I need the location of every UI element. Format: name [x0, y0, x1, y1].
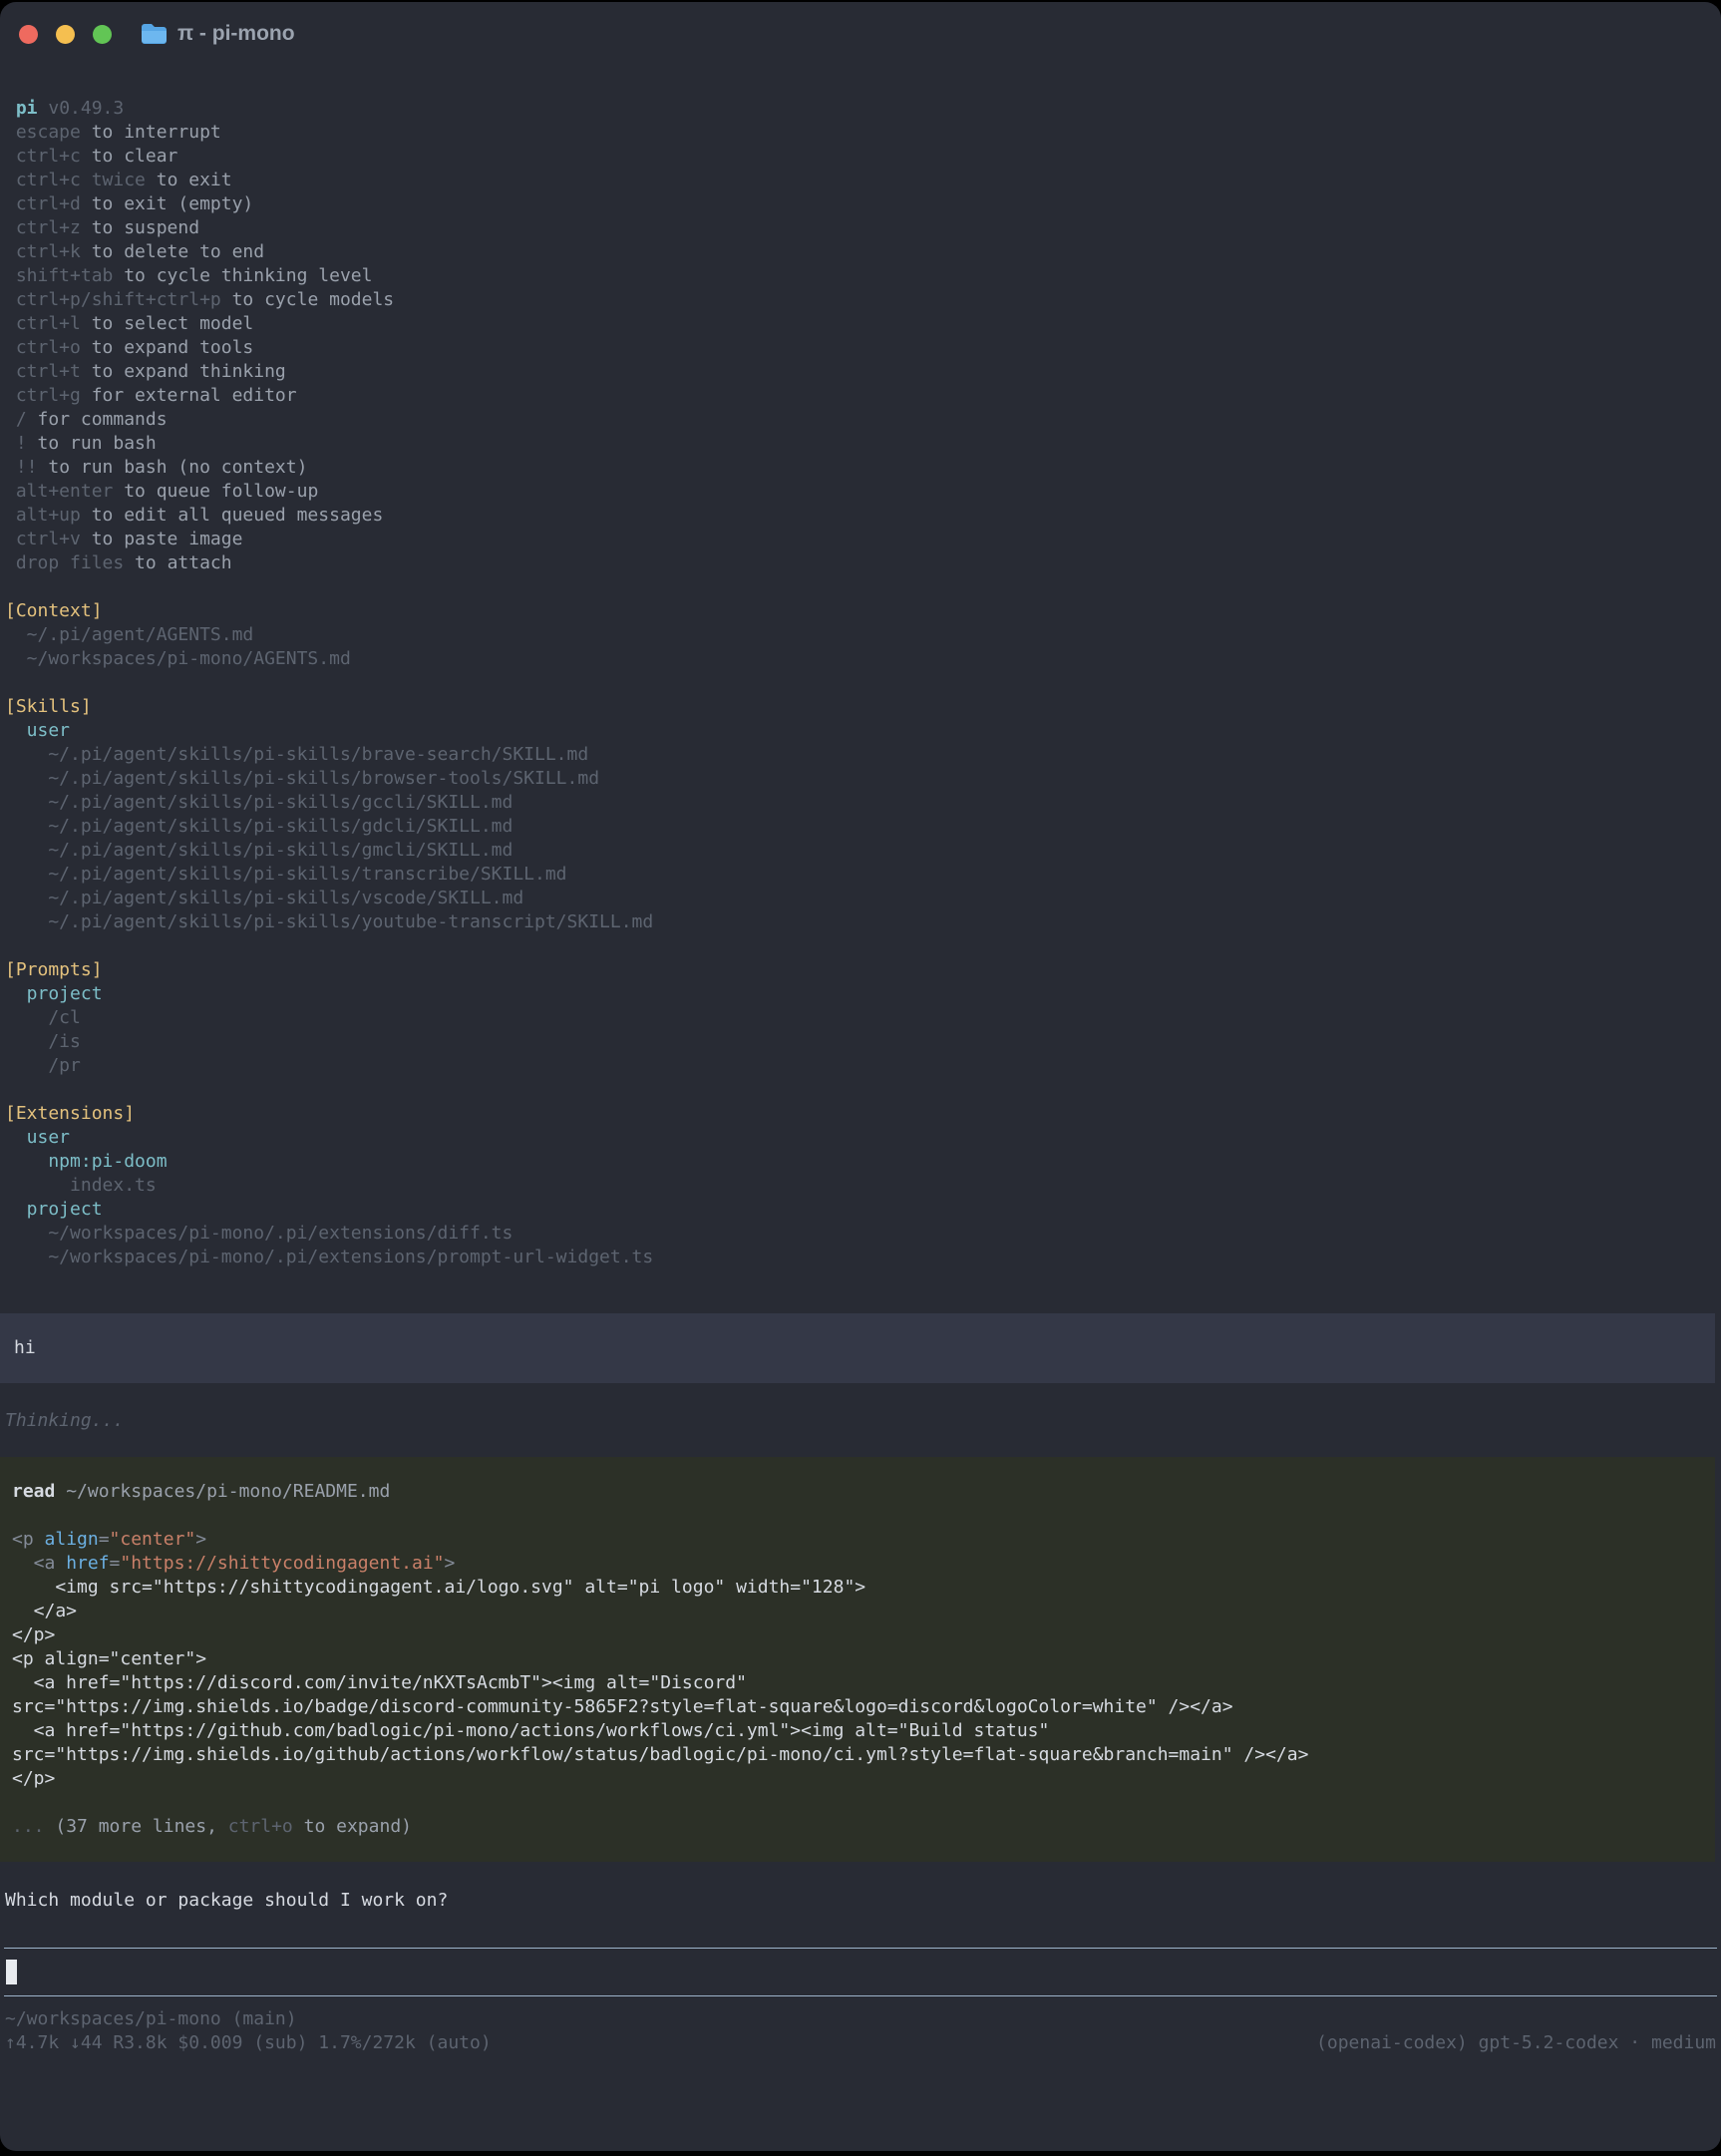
terminal-line — [5, 671, 1716, 695]
user-message: hi — [0, 1313, 1715, 1383]
window-controls — [19, 25, 112, 44]
token-cost-status: ↑4.7k ↓44 R3.8k $0.009 (sub) 1.7%/272k (… — [5, 2031, 492, 2055]
terminal-line: ctrl+t to expand thinking — [5, 360, 1716, 384]
terminal-line: </p> — [12, 1767, 1703, 1791]
provider-model-status: (openai-codex) gpt-5.2-codex · medium — [1316, 2031, 1716, 2055]
terminal-line — [5, 934, 1716, 958]
terminal-line: ctrl+c to clear — [5, 145, 1716, 169]
terminal-line: ctrl+l to select model — [5, 312, 1716, 336]
terminal-line: ~/.pi/agent/AGENTS.md — [5, 623, 1716, 647]
terminal-line: [Prompts] — [5, 958, 1716, 982]
terminal-line: / for commands — [5, 408, 1716, 432]
terminal-line: /cl — [5, 1006, 1716, 1030]
terminal-line: user — [5, 719, 1716, 743]
terminal-line — [5, 1078, 1716, 1102]
terminal-line: ~/.pi/agent/skills/pi-skills/gmcli/SKILL… — [5, 839, 1716, 863]
terminal-line: alt+up to edit all queued messages — [5, 504, 1716, 528]
terminal-line: project — [5, 1198, 1716, 1222]
session-info: pi v0.49.3 escape to interrupt ctrl+c to… — [0, 97, 1721, 1269]
text-cursor — [6, 1960, 17, 1984]
terminal-line: user — [5, 1126, 1716, 1150]
assistant-message: Which module or package should I work on… — [0, 1889, 1721, 1913]
terminal-window: π - pi-mono pi v0.49.3 escape to interru… — [0, 2, 1721, 2151]
terminal-line: ctrl+k to delete to end — [5, 240, 1716, 264]
terminal-line: ~/.pi/agent/skills/pi-skills/youtube-tra… — [5, 910, 1716, 934]
prompt-input[interactable] — [4, 1948, 1717, 1996]
status-bar: ~/workspaces/pi-mono (main) ↑4.7k ↓44 R3… — [0, 2007, 1721, 2055]
zoom-button[interactable] — [93, 25, 112, 44]
minimize-button[interactable] — [56, 25, 75, 44]
terminal-line: ctrl+o to expand tools — [5, 336, 1716, 360]
terminal-line: Thinking... — [5, 1409, 1716, 1433]
terminal-line: <a href="https://github.com/badlogic/pi-… — [12, 1719, 1703, 1743]
terminal-line: ~/workspaces/pi-mono/.pi/extensions/prom… — [5, 1246, 1716, 1269]
title-group: π - pi-mono — [141, 22, 295, 46]
terminal-line — [5, 575, 1716, 599]
terminal-line: <img src="https://shittycodingagent.ai/l… — [12, 1576, 1703, 1600]
terminal-line: ... (37 more lines, ctrl+o to expand) — [12, 1815, 1703, 1839]
terminal-line: ~/workspaces/pi-mono/AGENTS.md — [5, 647, 1716, 671]
terminal-line: src="https://img.shields.io/badge/discor… — [12, 1695, 1703, 1719]
terminal-line: /is — [5, 1030, 1716, 1054]
terminal-line: ctrl+v to paste image — [5, 528, 1716, 551]
terminal-line: </a> — [12, 1600, 1703, 1623]
cwd-branch-status: ~/workspaces/pi-mono (main) — [5, 2007, 297, 2031]
thinking-indicator: Thinking... — [0, 1409, 1721, 1433]
terminal-line: ctrl+z to suspend — [5, 216, 1716, 240]
terminal-line: ~/.pi/agent/skills/pi-skills/brave-searc… — [5, 743, 1716, 767]
terminal-output: pi v0.49.3 escape to interrupt ctrl+c to… — [0, 66, 1721, 1913]
terminal-line: npm:pi-doom — [5, 1150, 1716, 1174]
terminal-line: ~/.pi/agent/skills/pi-skills/gccli/SKILL… — [5, 791, 1716, 815]
terminal-line: [Skills] — [5, 695, 1716, 719]
terminal-line: [Extensions] — [5, 1102, 1716, 1126]
terminal-line: ~/workspaces/pi-mono/.pi/extensions/diff… — [5, 1222, 1716, 1246]
window-title: π - pi-mono — [177, 22, 295, 46]
terminal-line: ctrl+d to exit (empty) — [5, 192, 1716, 216]
terminal-line: ~/.pi/agent/skills/pi-skills/browser-too… — [5, 767, 1716, 791]
terminal-line: pi v0.49.3 — [5, 97, 1716, 121]
terminal-line: index.ts — [5, 1174, 1716, 1198]
terminal-line: <a href="https://discord.com/invite/nKXT… — [12, 1671, 1703, 1695]
terminal-line: read ~/workspaces/pi-mono/README.md — [12, 1480, 1703, 1504]
terminal-line: <p align="center"> — [12, 1528, 1703, 1552]
terminal-line: src="https://img.shields.io/github/actio… — [12, 1743, 1703, 1767]
terminal-line — [12, 1791, 1703, 1815]
terminal-line: ~/.pi/agent/skills/pi-skills/vscode/SKIL… — [5, 887, 1716, 910]
terminal-line: shift+tab to cycle thinking level — [5, 264, 1716, 288]
terminal-line: /pr — [5, 1054, 1716, 1078]
close-button[interactable] — [19, 25, 38, 44]
terminal-line: ctrl+c twice to exit — [5, 169, 1716, 192]
terminal-line: !! to run bash (no context) — [5, 456, 1716, 480]
terminal-line: escape to interrupt — [5, 121, 1716, 145]
titlebar: π - pi-mono — [0, 2, 1721, 66]
terminal-line: drop files to attach — [5, 551, 1716, 575]
terminal-line — [12, 1504, 1703, 1528]
folder-icon — [141, 23, 168, 45]
terminal-line: alt+enter to queue follow-up — [5, 480, 1716, 504]
tool-call-read: read ~/workspaces/pi-mono/README.md <p a… — [0, 1457, 1715, 1862]
terminal-line: hi — [14, 1336, 1701, 1360]
terminal-line: project — [5, 982, 1716, 1006]
terminal-line: ~/.pi/agent/skills/pi-skills/gdcli/SKILL… — [5, 815, 1716, 839]
terminal-line: ctrl+p/shift+ctrl+p to cycle models — [5, 288, 1716, 312]
terminal-line: <p align="center"> — [12, 1647, 1703, 1671]
terminal-line: </p> — [12, 1623, 1703, 1647]
terminal-line: ! to run bash — [5, 432, 1716, 456]
terminal-line: <a href="https://shittycodingagent.ai"> — [12, 1552, 1703, 1576]
terminal-line: ~/.pi/agent/skills/pi-skills/transcribe/… — [5, 863, 1716, 887]
terminal-line: ctrl+g for external editor — [5, 384, 1716, 408]
terminal-line: Which module or package should I work on… — [5, 1889, 1716, 1913]
terminal-line: [Context] — [5, 599, 1716, 623]
